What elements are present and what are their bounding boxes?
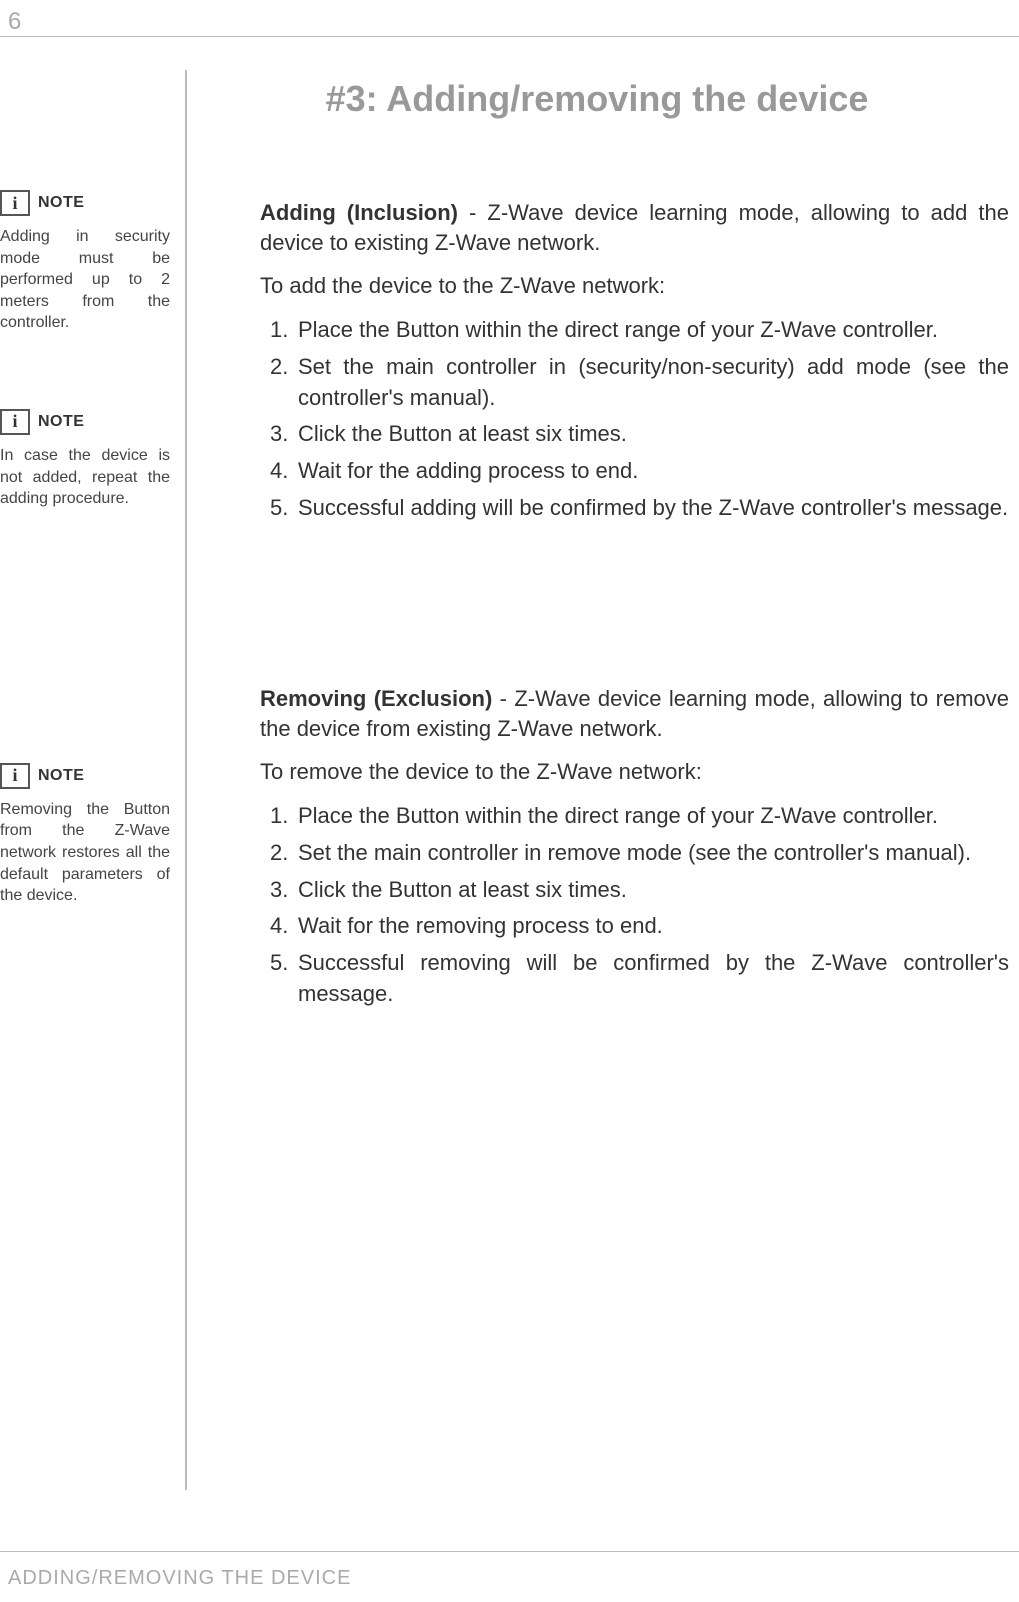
step-text: Successful adding will be confirmed by t… bbox=[298, 495, 1008, 520]
bottom-rule bbox=[0, 1551, 1019, 1552]
step: 1.Place the Button within the direct ran… bbox=[270, 801, 1009, 832]
sidebar: i NOTE Adding in security mode must be p… bbox=[0, 190, 170, 942]
step: 1.Place the Button within the direct ran… bbox=[270, 315, 1009, 346]
step: 2.Set the main controller in (security/n… bbox=[270, 352, 1009, 414]
step-text: Successful removing will be confirmed by… bbox=[298, 950, 1009, 1006]
removing-lead-strong: Removing (Exclusion) bbox=[260, 686, 492, 711]
top-rule bbox=[0, 36, 1019, 37]
step: 4.Wait for the removing process to end. bbox=[270, 911, 1009, 942]
note-head: i NOTE bbox=[0, 190, 170, 216]
page: 6 #3: Adding/removing the device i NOTE … bbox=[0, 0, 1019, 1602]
adding-steps: 1.Place the Button within the direct ran… bbox=[270, 315, 1009, 524]
section-title: #3: Adding/removing the device bbox=[185, 78, 1009, 120]
note-box: i NOTE Adding in security mode must be p… bbox=[0, 190, 170, 334]
step: 5.Successful adding will be confirmed by… bbox=[270, 493, 1009, 524]
note-label: NOTE bbox=[38, 413, 84, 431]
removing-intro: To remove the device to the Z-Wave netwo… bbox=[260, 757, 1009, 787]
step-text: Click the Button at least six times. bbox=[298, 877, 627, 902]
note-text: Removing the Button from the Z-Wave netw… bbox=[0, 799, 170, 907]
vertical-rule bbox=[185, 70, 187, 1490]
footer-text: ADDING/REMOVING THE DEVICE bbox=[8, 1567, 351, 1590]
step-text: Place the Button within the direct range… bbox=[298, 317, 938, 342]
page-number: 6 bbox=[8, 8, 21, 36]
step-text: Place the Button within the direct range… bbox=[298, 803, 938, 828]
step: 3.Click the Button at least six times. bbox=[270, 419, 1009, 450]
note-text: In case the device is not added, repeat … bbox=[0, 445, 170, 510]
note-label: NOTE bbox=[38, 194, 84, 212]
info-icon: i bbox=[0, 763, 30, 789]
note-head: i NOTE bbox=[0, 763, 170, 789]
note-box: i NOTE Removing the Button from the Z-Wa… bbox=[0, 763, 170, 907]
step-text: Click the Button at least six times. bbox=[298, 421, 627, 446]
adding-intro: To add the device to the Z-Wave network: bbox=[260, 271, 1009, 301]
note-text: Adding in security mode must be performe… bbox=[0, 226, 170, 334]
note-label: NOTE bbox=[38, 767, 84, 785]
info-icon: i bbox=[0, 190, 30, 216]
step-text: Set the main controller in remove mode (… bbox=[298, 840, 971, 865]
adding-lead-strong: Adding (Inclusion) bbox=[260, 200, 458, 225]
step: 4.Wait for the adding process to end. bbox=[270, 456, 1009, 487]
removing-lead: Removing (Exclusion) - Z-Wave device lea… bbox=[260, 684, 1009, 743]
step: 2.Set the main controller in remove mode… bbox=[270, 838, 1009, 869]
step-text: Wait for the adding process to end. bbox=[298, 458, 638, 483]
main-content: Adding (Inclusion) - Z-Wave device learn… bbox=[260, 198, 1009, 1040]
note-head: i NOTE bbox=[0, 409, 170, 435]
step: 5.Successful removing will be confirmed … bbox=[270, 948, 1009, 1010]
adding-lead: Adding (Inclusion) - Z-Wave device learn… bbox=[260, 198, 1009, 257]
note-box: i NOTE In case the device is not added, … bbox=[0, 409, 170, 510]
step-text: Wait for the removing process to end. bbox=[298, 913, 663, 938]
removing-steps: 1.Place the Button within the direct ran… bbox=[270, 801, 1009, 1010]
step-text: Set the main controller in (security/non… bbox=[298, 354, 1009, 410]
step: 3.Click the Button at least six times. bbox=[270, 875, 1009, 906]
info-icon: i bbox=[0, 409, 30, 435]
